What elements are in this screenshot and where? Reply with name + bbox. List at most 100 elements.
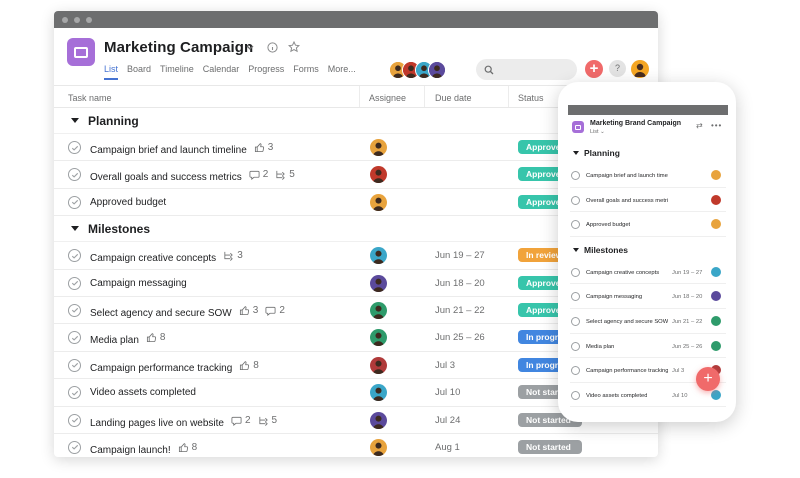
mobile-task-row[interactable]: Overall goals and success metrics [570, 188, 726, 213]
column-status[interactable]: Status [518, 93, 544, 103]
complete-check-icon[interactable] [68, 249, 81, 263]
mobile-task-row[interactable]: Campaign brief and launch timeline [570, 163, 726, 188]
due-date[interactable]: Aug 1 [435, 442, 460, 453]
column-task-name[interactable]: Task name [68, 93, 112, 103]
complete-check-icon[interactable] [571, 171, 580, 180]
status-badge[interactable]: Not started [518, 439, 582, 454]
caret-down-icon[interactable] [573, 247, 579, 252]
window-zoom-dot[interactable] [86, 16, 92, 23]
mobile-task-row[interactable]: Campaign creative concepts Jun 19 – 27 [570, 260, 726, 285]
caret-down-icon[interactable] [71, 226, 79, 232]
complete-check-icon[interactable] [571, 366, 580, 376]
likes-count[interactable]: 3 [254, 142, 273, 153]
mobile-assignee-avatar[interactable] [711, 291, 721, 302]
complete-check-icon[interactable] [571, 390, 580, 400]
add-button[interactable]: + [585, 60, 603, 78]
project-members[interactable] [389, 61, 446, 79]
project-title[interactable]: Marketing Campaign [104, 39, 253, 56]
assignee-avatar[interactable] [370, 329, 387, 347]
likes-count[interactable]: 8 [239, 360, 259, 371]
due-date[interactable]: Jul 24 [435, 415, 460, 426]
complete-check-icon[interactable] [68, 358, 81, 372]
mobile-task-row[interactable]: Media plan Jun 25 – 26 [570, 334, 726, 359]
chevron-down-icon[interactable] [245, 43, 255, 53]
assignee-avatar[interactable] [370, 166, 387, 184]
filter-icon[interactable]: ⇄ [696, 121, 704, 130]
comments-count[interactable]: 2 [231, 415, 251, 426]
mobile-assignee-avatar[interactable] [711, 194, 721, 205]
mobile-assignee-avatar[interactable] [711, 389, 721, 400]
caret-down-icon[interactable] [71, 118, 79, 123]
mobile-task-row[interactable]: Approved budget [570, 212, 726, 237]
mobile-section-planning[interactable]: Planning [573, 148, 620, 158]
comments-count[interactable]: 2 [265, 305, 285, 316]
assignee-avatar[interactable] [370, 356, 387, 374]
complete-check-icon[interactable] [571, 341, 580, 351]
complete-check-icon[interactable] [68, 440, 81, 454]
window-close-dot[interactable] [62, 16, 68, 23]
assignee-avatar[interactable] [370, 247, 387, 265]
complete-check-icon[interactable] [571, 267, 580, 277]
complete-check-icon[interactable] [68, 413, 81, 427]
comments-count[interactable]: 2 [249, 169, 268, 180]
user-avatar[interactable] [631, 60, 649, 78]
tab-list[interactable]: List [104, 64, 119, 80]
search-input[interactable] [476, 59, 577, 80]
info-icon[interactable] [266, 41, 278, 53]
mobile-assignee-avatar[interactable] [711, 219, 721, 230]
column-assignee[interactable]: Assignee [369, 93, 406, 103]
mobile-task-row[interactable]: Campaign messaging Jun 18 – 20 [570, 284, 726, 309]
subtasks-count[interactable]: 3 [223, 250, 243, 261]
assignee-avatar[interactable] [370, 384, 387, 402]
likes-count[interactable]: 8 [178, 442, 197, 453]
complete-check-icon[interactable] [68, 331, 81, 345]
due-date[interactable]: Jun 21 – 22 [435, 305, 485, 316]
due-date[interactable]: Jul 10 [435, 387, 460, 398]
mobile-view-selector[interactable]: List ⌄ [590, 129, 605, 135]
assignee-avatar[interactable] [370, 411, 387, 429]
assignee-avatar[interactable] [370, 193, 387, 211]
subtasks-count[interactable]: 5 [275, 169, 295, 180]
column-due-date[interactable]: Due date [435, 93, 472, 103]
likes-count[interactable]: 8 [146, 332, 165, 343]
mobile-assignee-avatar[interactable] [711, 170, 721, 180]
complete-check-icon[interactable] [68, 141, 81, 154]
star-icon[interactable] [287, 40, 300, 53]
subtasks-count[interactable]: 5 [258, 415, 277, 426]
assignee-avatar[interactable] [370, 139, 387, 156]
mobile-assignee-avatar[interactable] [711, 316, 721, 326]
due-date[interactable]: Jun 25 – 26 [435, 332, 485, 343]
tab-more[interactable]: More... [328, 64, 356, 80]
complete-check-icon[interactable] [68, 303, 81, 317]
help-button[interactable]: ? [609, 60, 626, 77]
assignee-avatar[interactable] [370, 301, 387, 319]
mobile-add-button[interactable]: + [696, 367, 720, 391]
task-row[interactable]: Campaign launch! 8 Aug 1 Not started [54, 434, 658, 457]
complete-check-icon[interactable] [68, 276, 81, 290]
complete-check-icon[interactable] [68, 386, 81, 400]
window-minimize-dot[interactable] [74, 16, 80, 23]
assignee-avatar[interactable] [370, 438, 387, 456]
due-date[interactable]: Jun 18 – 20 [435, 278, 485, 289]
complete-check-icon[interactable] [68, 168, 81, 182]
caret-down-icon[interactable] [573, 151, 579, 155]
assignee-avatar[interactable] [370, 274, 387, 292]
member-avatar[interactable] [428, 61, 446, 79]
tab-board[interactable]: Board [127, 64, 151, 80]
tab-calendar[interactable]: Calendar [203, 64, 240, 80]
tab-progress[interactable]: Progress [248, 64, 284, 80]
complete-check-icon[interactable] [571, 317, 580, 326]
likes-count[interactable]: 3 [239, 305, 258, 316]
mobile-assignee-avatar[interactable] [711, 340, 721, 351]
complete-check-icon[interactable] [571, 292, 580, 302]
due-date[interactable]: Jul 3 [435, 360, 455, 371]
mobile-section-milestones[interactable]: Milestones [573, 245, 628, 255]
tab-forms[interactable]: Forms [293, 64, 319, 80]
more-icon[interactable]: ••• [711, 121, 722, 130]
mobile-project-title[interactable]: Marketing Brand Campaign [590, 120, 681, 127]
due-date[interactable]: Jun 19 – 27 [435, 250, 485, 261]
mobile-assignee-avatar[interactable] [711, 266, 721, 277]
tab-timeline[interactable]: Timeline [160, 64, 194, 80]
complete-check-icon[interactable] [571, 220, 580, 230]
complete-check-icon[interactable] [68, 195, 81, 209]
